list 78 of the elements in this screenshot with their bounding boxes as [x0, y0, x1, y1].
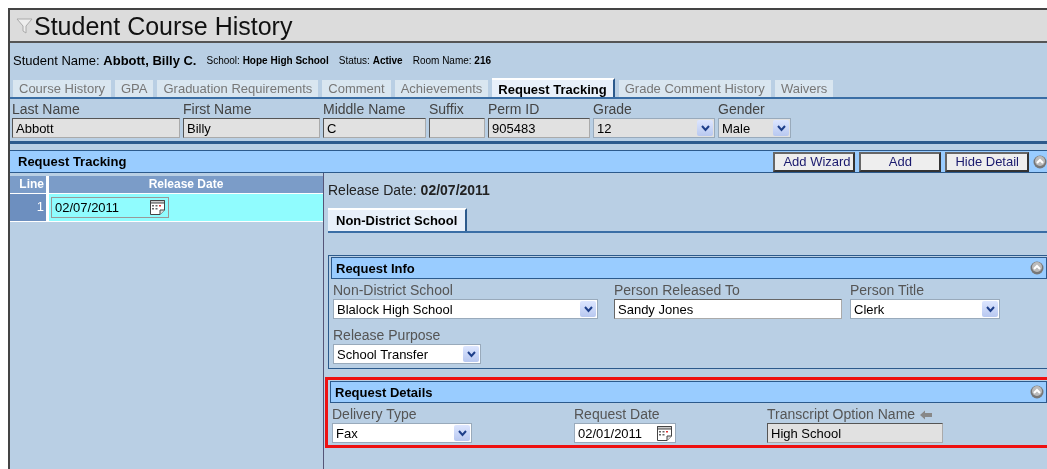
field-value: Clerk [854, 301, 885, 317]
student-info: Student Name: Abbott, Billy C. [13, 52, 197, 68]
field-label: Perm ID [488, 101, 540, 118]
field-label: Last Name [12, 101, 80, 118]
section-title: Request Info [336, 260, 415, 276]
field-label: Person Title [850, 282, 924, 299]
dropdown-field[interactable]: Male [718, 118, 791, 138]
tab[interactable]: GPA [114, 80, 154, 97]
field-value: 12 [597, 120, 612, 136]
dropdown-field[interactable]: School Transfer [333, 344, 481, 364]
dropdown-field[interactable]: Fax [332, 423, 472, 443]
tab[interactable]: Comment [322, 80, 391, 97]
field-label: Gender [718, 101, 765, 118]
field-value: 02/07/2011 [55, 200, 120, 215]
field-value: Blalock High School [337, 301, 453, 317]
chevron-down-icon[interactable] [773, 120, 789, 136]
tab[interactable]: Request Tracking [492, 78, 615, 97]
field-label: Release Purpose [333, 327, 441, 344]
dropdown-field[interactable]: Blalock High School [333, 299, 598, 319]
calendar-icon[interactable] [656, 424, 673, 442]
panel-title: Request Tracking [18, 154, 128, 169]
tab[interactable]: Waivers [774, 80, 834, 97]
field-value: Male [722, 120, 751, 136]
student-info: School: Hope High School [206, 54, 329, 66]
dropdown-field[interactable]: 12 [593, 118, 715, 138]
toolbar-button[interactable]: Add Wizard [773, 151, 856, 172]
chevron-down-icon[interactable] [463, 346, 479, 362]
field-label: Non-District School [333, 282, 453, 299]
collapse-icon[interactable] [1030, 261, 1044, 275]
field-label: Person Released To [614, 282, 740, 299]
field-label: Middle Name [323, 101, 406, 118]
input-field[interactable] [429, 118, 485, 138]
field-label: Grade [593, 101, 632, 118]
input-field[interactable]: High School [767, 423, 943, 443]
chevron-down-icon[interactable] [580, 301, 596, 317]
field-value: Abbott [16, 120, 54, 136]
student-info: Status: Active [338, 54, 403, 66]
field-label: Request Date [574, 406, 660, 423]
field-label: Delivery Type [332, 406, 417, 423]
grid-row[interactable]: 1 02/07/2011 [10, 194, 323, 222]
tab[interactable]: Course History [13, 80, 111, 97]
toolbar-button[interactable]: Hide Detail [945, 151, 1029, 172]
column-header: Release Date [147, 176, 225, 193]
field-value: Fax [336, 425, 358, 441]
field-value: High School [771, 425, 842, 441]
collapse-icon[interactable] [1030, 385, 1044, 399]
input-field[interactable]: 905483 [488, 118, 590, 138]
input-field[interactable]: Sandy Jones [614, 299, 842, 319]
input-field[interactable]: C [323, 118, 426, 138]
release-date-text: Release Date: 02/07/2011 [328, 182, 491, 198]
field-value: Billy [187, 120, 211, 136]
toolbar-button[interactable]: Add [859, 151, 942, 172]
tab[interactable]: Achievements [394, 80, 489, 97]
section-title: Request Details [335, 384, 433, 400]
field-value: 905483 [492, 120, 536, 136]
tab[interactable]: Graduation Requirements [157, 80, 319, 97]
student-info: Room Name: 216 [412, 54, 492, 66]
field-label: Suffix [429, 101, 464, 118]
field-label: First Name [183, 101, 252, 118]
field-value: Sandy Jones [618, 301, 694, 317]
field-value: School Transfer [337, 346, 429, 362]
date-field[interactable]: 02/01/2011 [574, 423, 676, 443]
field-value: C [327, 120, 337, 136]
field-value: 02/01/2011 [578, 425, 643, 441]
chevron-down-icon[interactable] [697, 120, 713, 136]
input-field[interactable]: Billy [183, 118, 320, 138]
calendar-icon[interactable] [149, 199, 166, 216]
tab[interactable]: Non-District School [328, 208, 468, 231]
tab[interactable]: Grade Comment History [618, 80, 771, 97]
window-title: Student Course History [34, 10, 293, 41]
input-field[interactable]: Abbott [12, 118, 180, 138]
dropdown-field[interactable]: Clerk [850, 299, 1000, 319]
date-field[interactable]: 02/07/2011 [51, 197, 169, 218]
line-number: 1 [10, 194, 49, 221]
chevron-down-icon[interactable] [454, 425, 470, 441]
collapse-icon[interactable] [1033, 154, 1047, 169]
field-label: Transcript Option Name [767, 406, 916, 423]
chevron-down-icon[interactable] [982, 301, 998, 317]
